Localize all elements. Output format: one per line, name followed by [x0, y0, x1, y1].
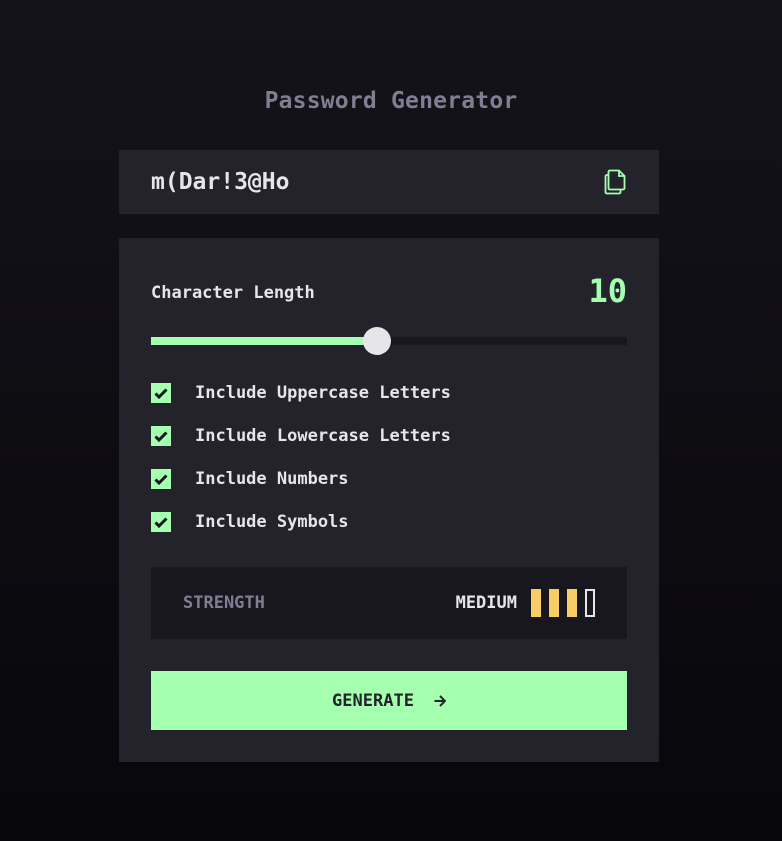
strength-bar: [531, 589, 541, 617]
arrow-right-icon: [434, 694, 446, 707]
option-label: Include Symbols: [195, 512, 349, 532]
symbols-checkbox[interactable]: [151, 512, 171, 532]
copy-icon[interactable]: [603, 168, 627, 196]
numbers-checkbox[interactable]: [151, 469, 171, 489]
strength-bar: [549, 589, 559, 617]
length-slider[interactable]: [151, 327, 627, 355]
character-length-label: Character Length: [151, 283, 315, 303]
page-title: Password Generator: [264, 88, 518, 114]
password-output: m(Dar!3@Ho: [119, 150, 659, 214]
strength-bar: [567, 589, 577, 617]
option-symbols[interactable]: Include Symbols: [151, 512, 349, 532]
strength-bars: [531, 589, 595, 617]
settings-panel: Character Length 10 Include Uppercase Le…: [119, 238, 659, 762]
generate-button[interactable]: GENERATE: [151, 671, 627, 730]
character-length-value: 10: [588, 272, 627, 310]
uppercase-checkbox[interactable]: [151, 383, 171, 403]
strength-meter: STRENGTH MEDIUM: [151, 567, 627, 639]
strength-level: MEDIUM: [455, 593, 517, 613]
lowercase-checkbox[interactable]: [151, 426, 171, 446]
check-icon: [154, 473, 168, 485]
generate-label: GENERATE: [332, 690, 414, 711]
check-icon: [154, 516, 168, 528]
slider-fill: [151, 337, 378, 345]
option-label: Include Uppercase Letters: [195, 383, 451, 403]
check-icon: [154, 387, 168, 399]
option-uppercase[interactable]: Include Uppercase Letters: [151, 383, 451, 403]
option-numbers[interactable]: Include Numbers: [151, 469, 349, 489]
strength-bar: [585, 589, 595, 617]
strength-indicator: MEDIUM: [456, 589, 595, 617]
slider-thumb[interactable]: [363, 327, 392, 355]
option-label: Include Lowercase Letters: [195, 426, 451, 446]
check-icon: [154, 430, 168, 442]
strength-label: STRENGTH: [183, 593, 265, 613]
password-text: m(Dar!3@Ho: [151, 169, 290, 195]
option-label: Include Numbers: [195, 469, 349, 489]
option-lowercase[interactable]: Include Lowercase Letters: [151, 426, 451, 446]
